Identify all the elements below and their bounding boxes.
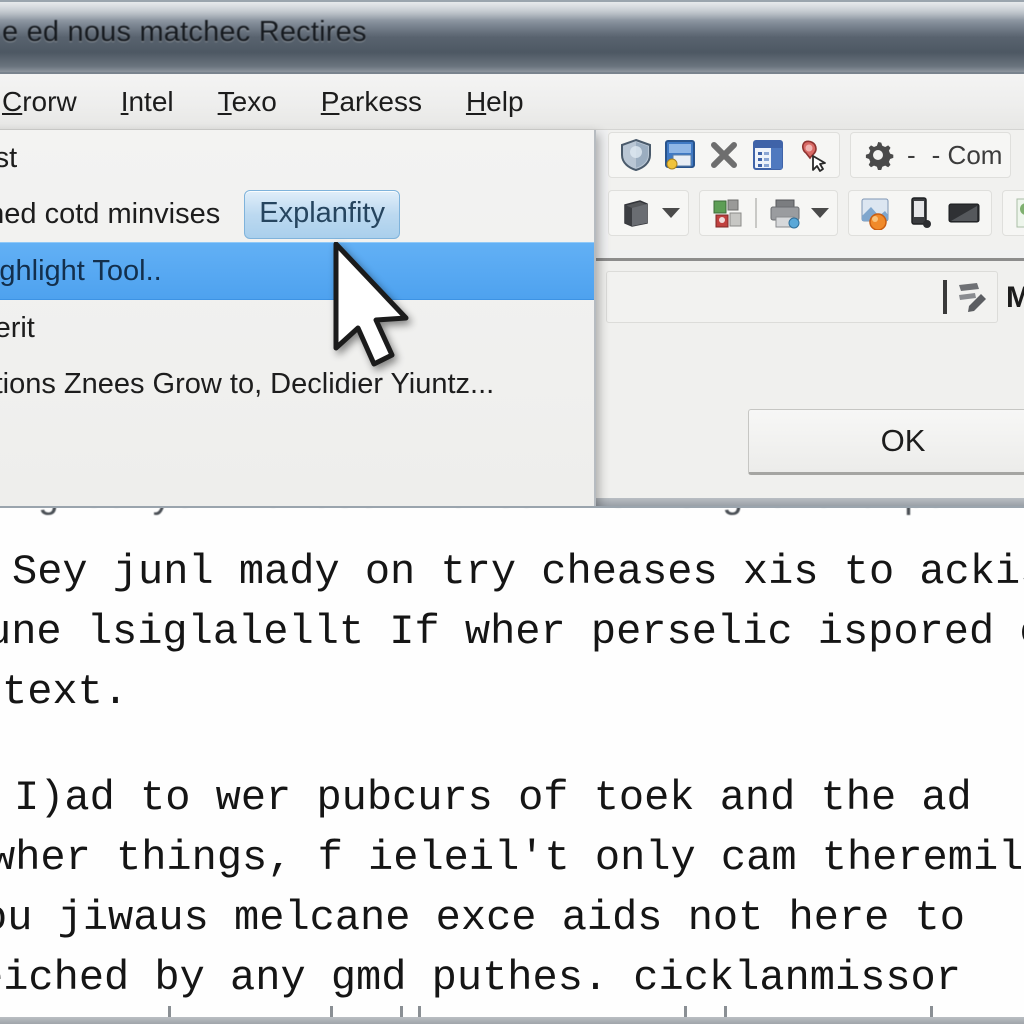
- text-caret: [943, 280, 947, 314]
- mobile-device-icon[interactable]: [901, 194, 939, 232]
- edit-note-icon[interactable]: [955, 278, 991, 317]
- menu-option-label: ohed cotd minvises: [0, 197, 221, 230]
- toolbar-group-options: - - Com: [850, 132, 1012, 178]
- paragraph-1-line-1: Sey junl mady on try cheases xis to acki…: [12, 548, 1024, 596]
- menu-option-nierit[interactable]: nierit: [0, 300, 594, 356]
- shield-icon[interactable]: [617, 136, 655, 174]
- toolbar-group-photo: [1002, 190, 1024, 236]
- paragraph-2-line-3: ou jiwaus melcane exce aids not here to: [0, 894, 965, 942]
- close-x-icon[interactable]: [705, 136, 743, 174]
- window-title: e ed nous matchec Rectires: [2, 16, 367, 48]
- server-box-icon[interactable]: [617, 194, 655, 232]
- window-restore-icon[interactable]: [661, 136, 699, 174]
- document-paragraph-2: I)ad to wer pubcurs of toek and the ad w…: [0, 768, 1024, 1008]
- paragraph-2-line-4: eiched by any gmd puthes. cicklanmissor: [0, 954, 961, 1002]
- menu-item-crorw[interactable]: Crorw: [2, 86, 77, 118]
- inner-dialog-panel: M OK: [592, 258, 1024, 506]
- menu-item-help[interactable]: Help: [466, 86, 524, 118]
- pin-pointer-icon[interactable]: [793, 136, 831, 174]
- bottom-tick-mark: [330, 1006, 333, 1017]
- menu-option-ohed-cotd-minvises[interactable]: ohed cotd minvises Explanfity: [0, 186, 594, 242]
- toolbar-group-server: [608, 190, 689, 236]
- toolbar: - - Com: [608, 130, 1024, 250]
- menu-option-highlight-tool[interactable]: Highlight Tool..: [0, 242, 594, 300]
- menu-item-parkess[interactable]: Parkess: [321, 86, 422, 118]
- menu-option-iest[interactable]: iest: [0, 130, 594, 186]
- widescreen-icon[interactable]: [945, 194, 983, 232]
- ok-button[interactable]: OK: [748, 409, 1024, 475]
- paragraph-2-line-1: I)ad to wer pubcurs of toek and the ad: [14, 774, 972, 822]
- menu-option-label: nierit: [0, 311, 35, 344]
- menu-option-label: iest: [0, 141, 18, 174]
- list-panel-icon[interactable]: [749, 136, 787, 174]
- chevron-down-icon[interactable]: [811, 208, 829, 218]
- paragraph-1-line-3: text.: [2, 668, 129, 716]
- explanfity-button[interactable]: Explanfity: [244, 189, 400, 239]
- toolbar-options-label: - Com: [931, 139, 1003, 170]
- menu-option-aitions-znees-grow[interactable]: aitions Znees Grow to, Declidier Yiuntz.…: [0, 356, 594, 412]
- printer-icon[interactable]: [766, 194, 804, 232]
- screenshot-root: rg seryer la:est who to insrrsignencnd p…: [0, 0, 1024, 1024]
- toolbar-group-print: [699, 190, 838, 236]
- bottom-tick-mark: [930, 1006, 933, 1017]
- application-window: e ed nous matchec Rectires Crorw Intel T…: [0, 0, 1024, 508]
- panel-side-label: M: [1006, 281, 1024, 315]
- toolbar-separator: [755, 198, 757, 228]
- document-paragraph-1: Sey junl mady on try cheases xis to acki…: [0, 542, 1024, 722]
- menu-item-texo[interactable]: Texo: [218, 86, 277, 118]
- bottom-tick-mark: [724, 1006, 727, 1017]
- menu-option-label: Highlight Tool..: [0, 254, 162, 287]
- bottom-tick-mark: [168, 1006, 171, 1017]
- toolbar-group-primary: [608, 132, 840, 178]
- palette-icon[interactable]: [857, 194, 895, 232]
- chevron-down-icon[interactable]: [662, 208, 680, 218]
- menu-option-label: aitions Znees Grow to, Declidier Yiuntz.…: [0, 367, 495, 400]
- dropdown-menu: iest ohed cotd minvises Explanfity Highl…: [0, 130, 596, 506]
- contacts-icon[interactable]: [708, 194, 746, 232]
- toolbar-group-media: [848, 190, 992, 236]
- panel-input-field[interactable]: [606, 271, 998, 323]
- bottom-tick-mark: [418, 1006, 421, 1017]
- menu-bar: Crorw Intel Texo Parkess Help: [0, 74, 1024, 130]
- gear-icon[interactable]: [859, 136, 897, 174]
- paragraph-1-line-2: une lsiglalellt If wher perselic ispored…: [0, 608, 1024, 656]
- bottom-tick-mark: [684, 1006, 687, 1017]
- toolbar-row-1: - - Com: [608, 132, 1021, 178]
- window-titlebar[interactable]: e ed nous matchec Rectires: [0, 2, 1024, 74]
- gear-separator-dash: -: [907, 139, 916, 170]
- bottom-divider: [0, 1017, 1024, 1024]
- document-text-area: rg seryer la:est who to insrrsignencnd p…: [0, 500, 1024, 1024]
- menu-item-intel[interactable]: Intel: [121, 86, 174, 118]
- bottom-tick-mark: [400, 1006, 403, 1017]
- photo-icon[interactable]: [1011, 194, 1024, 232]
- toolbar-row-2: [608, 190, 1024, 236]
- paragraph-2-line-2: wher things, f ieleil't only cam theremi…: [0, 834, 1024, 882]
